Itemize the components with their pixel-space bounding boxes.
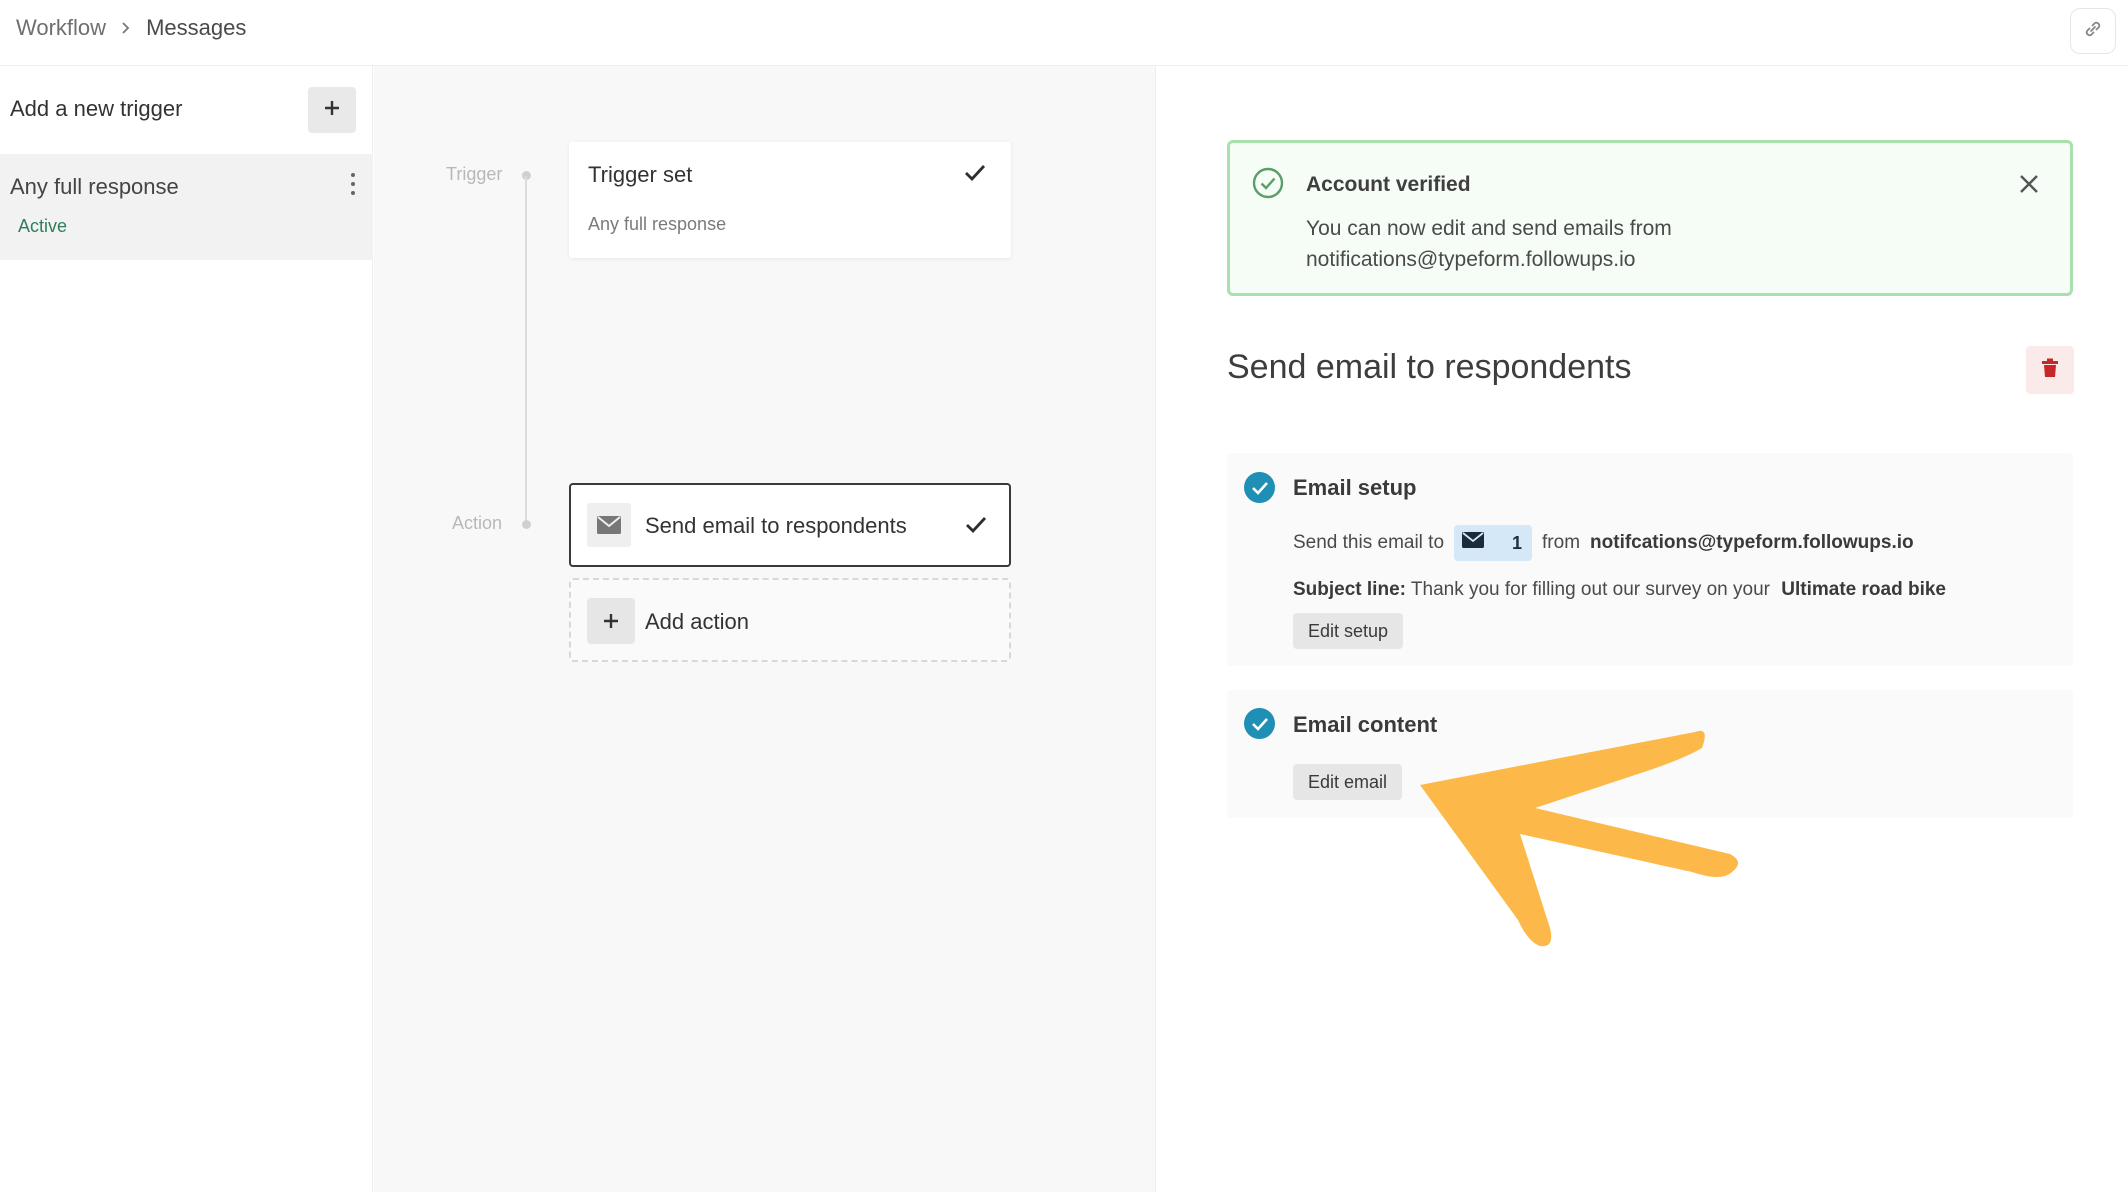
subject-product: Ultimate road bike <box>1781 579 1946 600</box>
subject-label: Subject line: <box>1293 579 1406 600</box>
from-label: from <box>1542 532 1581 553</box>
add-action-button[interactable]: Add action <box>569 578 1011 662</box>
checkmark-icon <box>1244 708 1275 739</box>
checkmark-icon <box>965 516 987 539</box>
delete-action-button[interactable] <box>2026 346 2074 394</box>
breadcrumb: Workflow Messages <box>16 15 246 41</box>
recipient-count: 1 <box>1512 532 1523 553</box>
checkmark-icon <box>964 164 986 187</box>
trigger-card-title: Trigger set <box>588 162 693 187</box>
edit-email-button[interactable]: Edit email <box>1293 764 1403 800</box>
email-setup-title: Email setup <box>1293 475 1417 500</box>
share-link-button[interactable] <box>2070 8 2116 54</box>
email-setup-card: Email setup Send this email to 1 from no… <box>1227 453 2073 666</box>
sender-address: notifcations@typeform.followups.io <box>1590 532 1914 553</box>
recipient-pill[interactable]: 1 <box>1454 525 1533 561</box>
trigger-status-badge: Active <box>18 216 68 236</box>
send-to-label: Send this email to <box>1293 532 1445 553</box>
workflow-canvas: Trigger Action Trigger set Any full resp… <box>374 66 1156 1192</box>
trigger-sidebar: Add a new trigger Any full response Acti… <box>0 66 373 1192</box>
subject-text: Thank you for filling out our survey on … <box>1410 579 1770 600</box>
send-email-action-card[interactable]: Send email to respondents <box>569 483 1011 567</box>
trash-icon <box>2041 358 2059 383</box>
alert-body: You can now edit and send emails from no… <box>1306 213 2026 275</box>
breadcrumb-current: Messages <box>146 15 247 40</box>
add-action-label: Add action <box>645 609 749 634</box>
breadcrumb-workflow-link[interactable]: Workflow <box>16 15 106 41</box>
send-to-line: Send this email to 1 from notifcations@t… <box>1293 525 1914 561</box>
trigger-item-label: Any full response <box>10 174 179 199</box>
chevron-right-icon <box>120 21 132 35</box>
action-card-title: Send email to respondents <box>645 513 907 538</box>
trigger-card[interactable]: Trigger set Any full response <box>569 142 1011 258</box>
arrow-annotation-icon <box>1420 730 1739 947</box>
envelope-icon <box>587 503 631 547</box>
step-connector <box>525 176 527 526</box>
action-step-label: Action <box>452 513 503 533</box>
alert-body-line: You can now edit and send emails from <box>1306 217 1672 240</box>
add-trigger-label: Add a new trigger <box>10 96 183 121</box>
sidebar-trigger-item[interactable]: Any full response Active <box>0 154 373 260</box>
top-bar: Workflow Messages <box>0 0 2128 66</box>
link-icon <box>2082 18 2104 45</box>
trigger-step-label: Trigger <box>446 164 503 184</box>
alert-title: Account verified <box>1306 173 1471 196</box>
plus-icon <box>323 99 341 122</box>
action-step-dot <box>522 520 531 529</box>
edit-setup-button[interactable]: Edit setup <box>1293 613 1404 649</box>
check-circle-icon <box>1252 167 1284 204</box>
panel-title: Send email to respondents <box>1227 348 1632 386</box>
plus-icon <box>587 598 635 644</box>
subject-line: Subject line: Thank you for filling out … <box>1293 579 1946 601</box>
trigger-card-subtitle: Any full response <box>588 214 727 234</box>
kebab-menu-icon[interactable] <box>346 170 360 198</box>
account-verified-alert: Account verified You can now edit and se… <box>1227 140 2073 296</box>
action-detail-panel: Account verified You can now edit and se… <box>1157 66 2128 1192</box>
add-trigger-button[interactable] <box>308 87 356 133</box>
envelope-icon <box>1462 532 1485 554</box>
alert-email-address: notifications@typeform.followups.io <box>1306 248 1636 271</box>
checkmark-icon <box>1244 472 1275 503</box>
close-icon[interactable] <box>2014 169 2044 199</box>
